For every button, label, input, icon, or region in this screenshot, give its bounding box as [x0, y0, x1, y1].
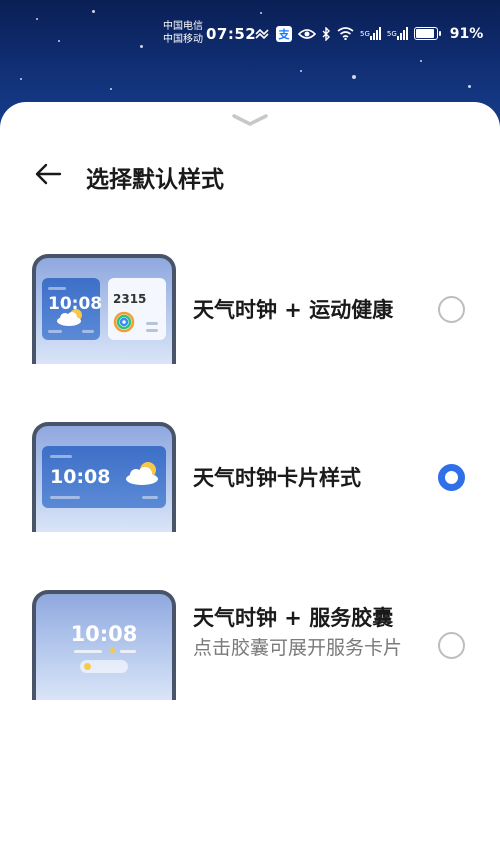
- activity-ring-icon: [113, 311, 135, 333]
- back-arrow-icon[interactable]: [28, 154, 68, 194]
- preview-time: 10:08: [70, 622, 138, 646]
- preview-health-card: 2315: [108, 278, 166, 340]
- nfc-icon: [254, 25, 270, 42]
- bluetooth-icon: [322, 25, 331, 42]
- wifi-icon: [337, 25, 354, 42]
- option-weather-clock-card[interactable]: 10:08 天气时钟卡片样式: [0, 422, 500, 534]
- option-label: 天气时钟 + 运动健康: [193, 298, 394, 322]
- option-weather-clock-service-capsule[interactable]: 10:08 天气时钟 + 服务胶囊 点击胶囊可展开服务卡片: [0, 590, 500, 702]
- option-radio[interactable]: [438, 632, 465, 659]
- signal-tag-2: 5G: [386, 29, 397, 38]
- preview-thumbnail: 10:08 2315: [32, 254, 176, 364]
- option-label: 天气时钟 + 服务胶囊: [193, 606, 394, 630]
- signal-tag-1: 5G: [360, 29, 370, 38]
- battery-fill: [415, 29, 434, 38]
- preview-thumbnail: 10:08: [32, 590, 176, 700]
- option-radio[interactable]: [438, 296, 465, 323]
- status-bar: 中国电信 中国移动 07:52 支 5G 5G 91%: [0, 0, 500, 64]
- option-sublabel: 点击胶囊可展开服务卡片: [193, 637, 403, 659]
- signal-icon-1: 5G: [360, 25, 381, 42]
- status-time: 07:52: [206, 25, 257, 43]
- carrier-2: 中国移动: [163, 34, 203, 45]
- option-label: 天气时钟卡片样式: [193, 466, 361, 490]
- preview-steps: 2315: [113, 292, 147, 306]
- option-weather-clock-sport-health[interactable]: 10:08 2315 天气时钟 + 运动健康: [0, 254, 500, 366]
- preview-clock-card: 10:08: [42, 446, 166, 508]
- alipay-icon: 支: [276, 25, 292, 42]
- option-radio[interactable]: [438, 464, 465, 491]
- signal-icon-2: 5G: [387, 25, 408, 42]
- sun-cloud-icon: [126, 462, 158, 485]
- sun-cloud-icon: [57, 309, 82, 326]
- carrier-1: 中国电信: [163, 21, 203, 32]
- sheet-header: 选择默认样式: [0, 154, 500, 194]
- preview-service-capsule: [80, 660, 128, 673]
- preview-thumbnail: 10:08: [32, 422, 176, 532]
- eye-icon: [298, 25, 316, 42]
- bottom-sheet: 选择默认样式 10:08 2315 天气时钟 + 运动健康 10:08 天气时钟…: [0, 102, 500, 868]
- preview-clock-card: 10:08: [42, 278, 102, 340]
- chevron-down-icon[interactable]: [230, 112, 270, 126]
- carrier-info: 中国电信 中国移动: [163, 20, 203, 46]
- battery-percent: 91%: [449, 25, 484, 42]
- preview-time: 10:08: [50, 466, 111, 488]
- battery-icon: [413, 27, 441, 40]
- page-title: 选择默认样式: [86, 167, 224, 193]
